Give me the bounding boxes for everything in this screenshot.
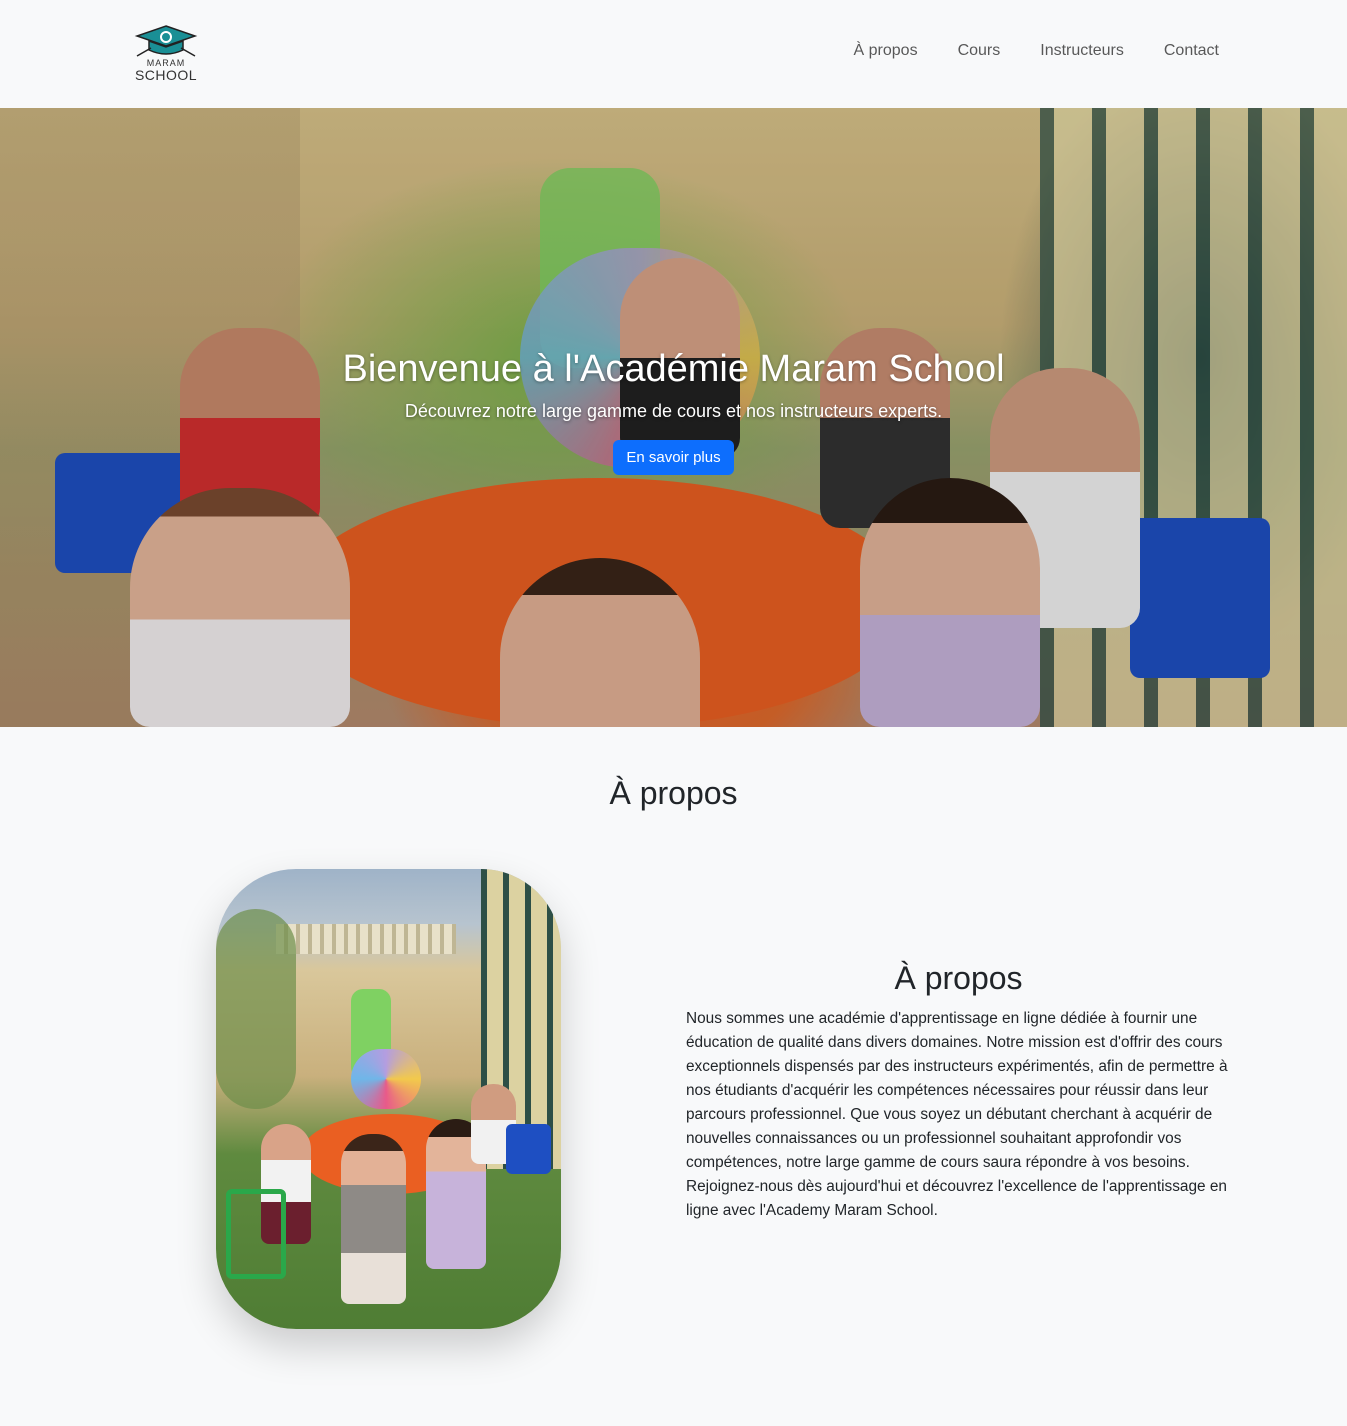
nav-link-cours[interactable]: Cours: [958, 42, 1001, 60]
nav-link-a-propos[interactable]: À propos: [854, 42, 918, 60]
about-photo: [216, 869, 561, 1329]
about-photo-tree: [216, 909, 296, 1109]
about-text-block: À propos Nous sommes une académie d'appr…: [686, 960, 1231, 1223]
hero-title: Bienvenue à l'Académie Maram School: [342, 348, 1005, 390]
about-section-title: À propos: [609, 775, 738, 811]
about-body: Nous sommes une académie d'apprentissage…: [686, 1010, 1228, 1219]
nav-link-instructeurs[interactable]: Instructeurs: [1040, 42, 1124, 60]
brand-logo[interactable]: MARAM SCHOOL: [133, 24, 199, 84]
about-photo-tunnel: [351, 1049, 421, 1109]
logo-text-line2: SCHOOL: [134, 67, 198, 83]
about-photo-chair-green: [226, 1189, 286, 1279]
graduation-cap-icon: [134, 25, 198, 57]
about-photo-child-2: [341, 1134, 406, 1304]
about-photo-chair: [506, 1124, 551, 1174]
nav-link-contact[interactable]: Contact: [1164, 42, 1219, 60]
main-nav: À propos Cours Instructeurs Contact: [854, 42, 1219, 60]
hero-banner: Bienvenue à l'Académie Maram School Déco…: [0, 108, 1347, 727]
about-photo-balcony: [276, 924, 456, 954]
about-subtitle: À propos: [894, 960, 1023, 996]
hero-content: Bienvenue à l'Académie Maram School Déco…: [0, 348, 1347, 475]
navbar: MARAM SCHOOL À propos Cours Instructeurs…: [0, 0, 1347, 108]
hero-subtitle: Découvrez notre large gamme de cours et …: [404, 401, 943, 421]
learn-more-button[interactable]: En savoir plus: [613, 440, 734, 475]
